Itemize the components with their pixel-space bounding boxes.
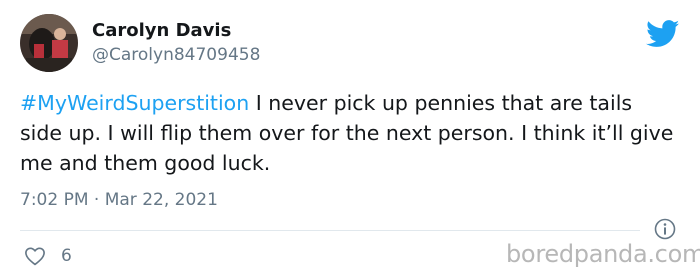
tweet-text: #MyWeirdSuperstition I never pick up pen…	[20, 88, 680, 178]
tweet-card: Carolyn Davis @Carolyn84709458 #MyWeirdS…	[0, 0, 700, 280]
avatar[interactable]	[20, 14, 78, 72]
author-name[interactable]: Carolyn Davis	[92, 20, 231, 41]
watermark: boredpanda.com	[506, 240, 700, 268]
like-count: 6	[61, 246, 72, 266]
heart-icon	[25, 247, 45, 266]
divider	[20, 230, 640, 231]
tweet-timestamp[interactable]: 7:02 PM · Mar 22, 2021	[20, 190, 218, 210]
hashtag-link[interactable]: #MyWeirdSuperstition	[20, 91, 249, 115]
like-button[interactable]: 6	[24, 243, 94, 269]
info-icon[interactable]	[654, 218, 676, 240]
twitter-bird-icon[interactable]	[646, 20, 680, 48]
author-handle[interactable]: @Carolyn84709458	[92, 45, 260, 65]
